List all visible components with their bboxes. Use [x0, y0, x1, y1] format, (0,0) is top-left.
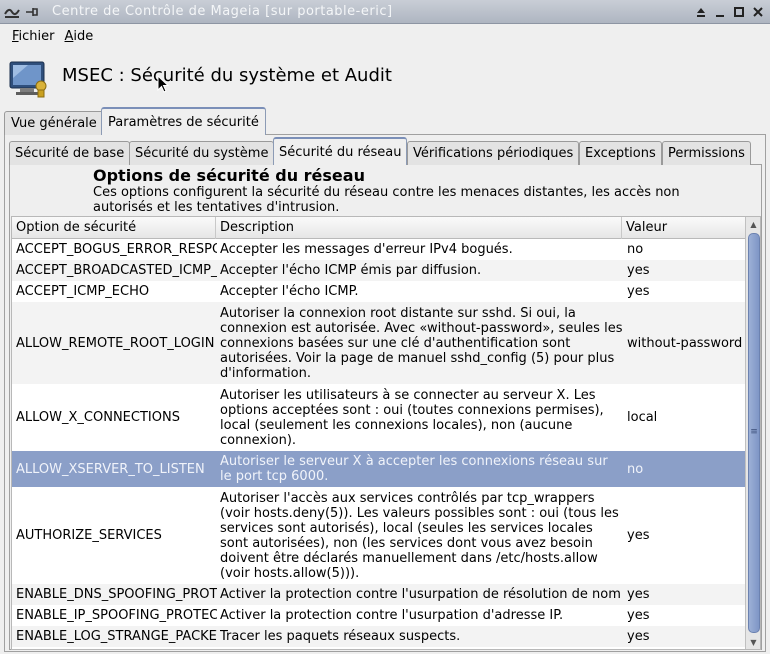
- maximize-icon[interactable]: [730, 3, 747, 20]
- close-icon[interactable]: [749, 3, 766, 20]
- option-name-cell: AUTHORIZE_SERVICES: [16, 528, 162, 543]
- table-row[interactable]: ACCEPT_BOGUS_ERROR_RESPONSESAccepter les…: [12, 239, 745, 260]
- column-header-value[interactable]: Valeur: [622, 217, 745, 239]
- table-row[interactable]: ENABLE_DNS_SPOOFING_PROTECTIONActiver la…: [12, 584, 745, 605]
- menu-help[interactable]: Aide: [60, 29, 99, 44]
- menu-bar: Fichier Aide: [0, 24, 770, 48]
- option-description-cell: Tracer les paquets réseaux suspects.: [220, 629, 461, 644]
- option-name-cell: ENABLE_DNS_SPOOFING_PROTECTION: [16, 587, 217, 602]
- option-description-cell: Autoriser la connexion root distante sur…: [220, 305, 623, 381]
- pin-icon[interactable]: [23, 3, 41, 21]
- column-header-option[interactable]: Option de sécurité: [12, 217, 216, 239]
- scroll-thumb[interactable]: ≡: [748, 233, 760, 633]
- tab-verifications-periodiques[interactable]: Vérifications périodiques: [407, 141, 580, 165]
- option-name-cell: ENABLE_LOG_STRANGE_PACKETS: [16, 629, 217, 644]
- table-row[interactable]: ALLOW_XSERVER_TO_LISTEN Autoriser le serv…: [12, 451, 745, 487]
- table-row[interactable]: AUTHORIZE_SERVICES Autoriser l'accès aux …: [12, 487, 745, 584]
- section-description: Ces options configurent la sécurité du r…: [93, 185, 680, 215]
- monitor-shield-icon: [8, 56, 52, 100]
- option-name-cell: ALLOW_REMOTE_ROOT_LOGIN: [16, 335, 215, 351]
- option-value-cell[interactable]: local: [627, 384, 745, 451]
- scroll-down-icon[interactable]: ▼: [746, 635, 760, 649]
- tab-exceptions[interactable]: Exceptions: [579, 141, 662, 165]
- option-name-cell: ENABLE_IP_SPOOFING_PROTECTION: [16, 608, 217, 623]
- option-name-cell: ACCEPT_BOGUS_ERROR_RESPONSES: [16, 242, 217, 257]
- tab-securite-du-reseau[interactable]: Sécurité du réseau: [273, 137, 408, 165]
- option-value-cell[interactable]: yes: [627, 281, 745, 302]
- scroll-up-icon[interactable]: ▲: [746, 217, 760, 231]
- option-description-cell: Autoriser les utilisateurs à se connecte…: [220, 387, 604, 448]
- table-row[interactable]: ALLOW_REMOTE_ROOT_LOGIN Autoriser la conn…: [12, 302, 745, 384]
- option-name-cell: ALLOW_X_CONNECTIONS: [16, 410, 180, 425]
- option-name-cell: ACCEPT_ICMP_ECHO: [16, 284, 150, 299]
- menu-file[interactable]: Fichier: [7, 29, 60, 44]
- option-description-cell: Activer la protection contre l'usurpatio…: [220, 608, 564, 623]
- page-title: MSEC : Sécurité du système et Audit: [62, 65, 392, 86]
- option-value-cell[interactable]: yes: [627, 487, 745, 584]
- option-value-cell[interactable]: without-password: [627, 302, 745, 384]
- tab-parametres-securite[interactable]: Paramètres de sécurité: [101, 107, 266, 135]
- option-description-cell: Accepter l'écho ICMP.: [220, 284, 359, 299]
- options-table: Option de sécurité Description Valeur AC…: [11, 216, 761, 650]
- option-value-cell[interactable]: yes: [627, 605, 745, 626]
- column-header-description[interactable]: Description: [216, 217, 622, 239]
- option-value-cell[interactable]: no: [627, 239, 745, 260]
- app-header: MSEC : Sécurité du système et Audit: [0, 52, 770, 104]
- option-name-cell: ACCEPT_BROADCASTED_ICMP_ECHO: [16, 263, 217, 278]
- table-row[interactable]: ENABLE_LOG_STRANGE_PACKETS Tracer les paq…: [12, 626, 745, 647]
- tab-permissions[interactable]: Permissions: [662, 141, 751, 165]
- title-bar[interactable]: Centre de Contrôle de Mageia [sur portab…: [0, 0, 770, 24]
- option-description-cell: Accepter les messages d'erreur IPv4 bogu…: [220, 242, 513, 257]
- mouse-cursor-icon: [157, 75, 169, 93]
- option-description-cell: Activer la protection contre l'usurpatio…: [220, 587, 621, 602]
- table-row[interactable]: ACCEPT_BROADCASTED_ICMP_ECHOAccepter l'é…: [12, 260, 745, 281]
- tab-securite-du-systeme[interactable]: Sécurité du système: [129, 141, 275, 165]
- table-row[interactable]: ENABLE_IP_SPOOFING_PROTECTIONActiver la …: [12, 605, 745, 626]
- vertical-scrollbar[interactable]: ▲ ≡ ▼: [745, 217, 760, 649]
- option-value-cell[interactable]: yes: [627, 260, 745, 281]
- window-title: Centre de Contrôle de Mageia [sur portab…: [52, 4, 393, 19]
- shade-icon[interactable]: [692, 3, 709, 20]
- option-value-cell[interactable]: no: [627, 451, 745, 487]
- option-value-cell[interactable]: yes: [627, 584, 745, 605]
- option-value-cell[interactable]: yes: [627, 626, 745, 647]
- option-description-cell: Accepter l'écho ICMP émis par diffusion.: [220, 263, 482, 278]
- option-name-cell: ALLOW_XSERVER_TO_LISTEN: [16, 461, 205, 477]
- app-menu-icon[interactable]: [3, 3, 21, 21]
- option-description-cell: Autoriser l'accès aux services contrôlés…: [220, 490, 619, 581]
- minimize-icon[interactable]: [711, 3, 728, 20]
- tab-vue-generale[interactable]: Vue générale: [4, 111, 104, 135]
- tab-securite-de-base[interactable]: Sécurité de base: [9, 141, 131, 165]
- table-row[interactable]: ALLOW_X_CONNECTIONS Autoriser les utilisa…: [12, 384, 745, 451]
- grip-icon: ≡: [750, 427, 758, 437]
- table-header: Option de sécurité Description Valeur: [12, 217, 745, 239]
- table-row[interactable]: ACCEPT_ICMP_ECHO Accepter l'écho ICMP. yes: [12, 281, 745, 302]
- option-description-cell: Autoriser le serveur X à accepter les co…: [220, 454, 608, 484]
- section-title: Options de sécurité du réseau: [93, 166, 365, 185]
